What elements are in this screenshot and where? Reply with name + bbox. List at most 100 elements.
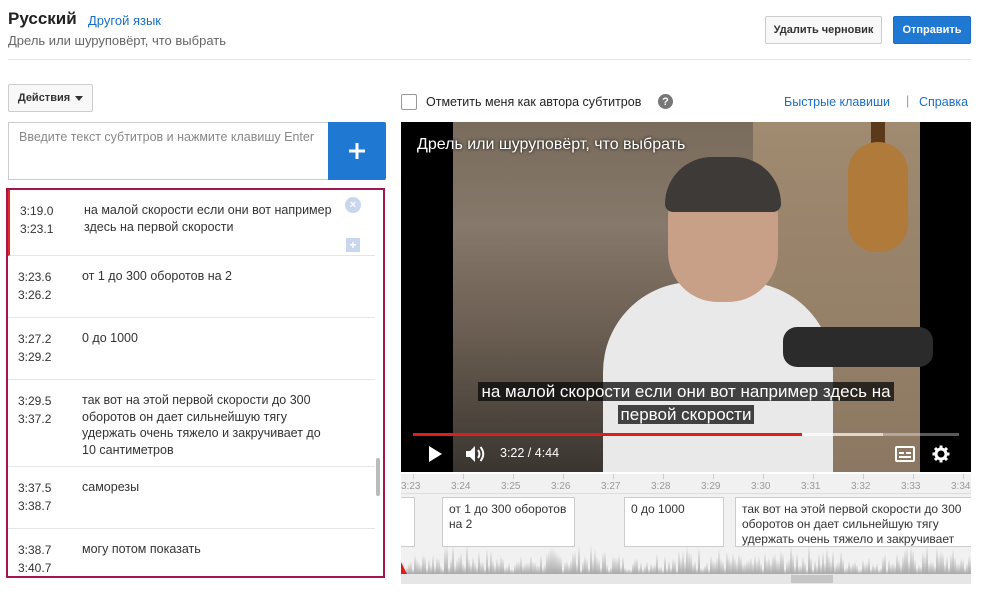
- subtitle-text[interactable]: 0 до 1000: [82, 330, 332, 347]
- subtitle-start[interactable]: 3:23.6: [18, 268, 68, 286]
- author-checkbox-label[interactable]: Отметить меня как автора субтитров: [426, 95, 641, 109]
- other-language-link[interactable]: Другой язык: [88, 13, 161, 28]
- timeline-tick-label: 3:28: [651, 481, 671, 492]
- language-title: Русский: [8, 9, 77, 28]
- caret-down-icon: [75, 95, 84, 101]
- progress-bar[interactable]: [413, 433, 959, 436]
- timeline-tick-label: 3:24: [451, 481, 471, 492]
- subtitle-row[interactable]: 3:29.5 3:37.2 так вот на этой первой ско…: [8, 380, 375, 467]
- volume-icon: [466, 446, 485, 462]
- actions-dropdown[interactable]: Действия: [8, 84, 93, 112]
- caption-text: первой скорости: [617, 405, 755, 424]
- timeline-tick-label: 3:25: [501, 481, 521, 492]
- subtitle-text[interactable]: на малой скорости если они вот например …: [84, 202, 334, 235]
- subtitles-icon: [895, 446, 915, 462]
- play-button[interactable]: [425, 444, 445, 464]
- timeline-tick-mark: [813, 474, 814, 479]
- header-divider: [8, 59, 971, 60]
- subtitle-end[interactable]: 3:26.2: [18, 286, 68, 304]
- timeline-tick-label: 3:23: [401, 481, 421, 492]
- close-icon[interactable]: ×: [345, 197, 361, 213]
- timeline-tick-mark: [613, 474, 614, 479]
- timeline-tick-mark: [413, 474, 414, 479]
- subtitle-times: 3:29.5 3:37.2: [18, 392, 68, 428]
- timeline-tick-label: 3:34: [951, 481, 971, 492]
- timeline-tick-label: 3:32: [851, 481, 871, 492]
- timeline-tick-label: 3:27: [601, 481, 621, 492]
- subtitle-row[interactable]: 3:37.5 3:38.7 саморезы: [8, 467, 375, 529]
- subtitle-start[interactable]: 3:27.2: [18, 330, 68, 348]
- subtitle-start[interactable]: 3:37.5: [18, 479, 68, 497]
- subtitle-end[interactable]: 3:38.7: [18, 497, 68, 515]
- video-player[interactable]: Дрель или шуруповёрт, что выбрать на мал…: [401, 122, 971, 472]
- subtitle-times: 3:23.6 3:26.2: [18, 268, 68, 304]
- subtitle-text[interactable]: так вот на этой первой скорости до 300 о…: [82, 392, 332, 458]
- video-title[interactable]: Дрель или шуруповёрт, что выбрать: [417, 136, 685, 154]
- subtitle-timeline[interactable]: 3:23 3:24 3:25 3:26 3:27 3:28 3:29 3:30 3:31 3:32…: [401, 474, 971, 584]
- audio-waveform: [401, 544, 971, 574]
- settings-button[interactable]: [930, 444, 952, 464]
- list-scrollbar[interactable]: [376, 458, 380, 496]
- drill-image: [783, 327, 933, 367]
- volume-button[interactable]: [465, 444, 487, 464]
- caption-line: на малой скорости если они вот например …: [401, 381, 971, 403]
- subtitle-times: 3:19.0 3:23.1: [20, 202, 70, 238]
- timeline-tick-mark: [663, 474, 664, 479]
- subtitle-editor: Русский Другой язык Дрель или шуруповёрт…: [0, 0, 981, 591]
- links-separator: |: [906, 94, 910, 108]
- timeline-tick-mark: [463, 474, 464, 479]
- shortcuts-link[interactable]: Быстрые клавиши: [784, 95, 890, 109]
- subtitle-text-input[interactable]: Введите текст субтитров и нажмите клавиш…: [8, 122, 330, 180]
- help-icon[interactable]: ?: [658, 94, 673, 109]
- timeline-tick-label: 3:29: [701, 481, 721, 492]
- play-icon: [429, 446, 442, 462]
- timeline-scroll-thumb[interactable]: [791, 575, 833, 583]
- subtitle-start[interactable]: 3:29.5: [18, 392, 68, 410]
- subtitle-text[interactable]: могу потом показать: [82, 541, 332, 558]
- subtitle-times: 3:38.7 3:40.7: [18, 541, 68, 576]
- subtitle-row[interactable]: 3:19.0 3:23.1 на малой скорости если они…: [8, 190, 375, 256]
- subtitle-row[interactable]: 3:38.7 3:40.7 могу потом показать: [8, 529, 375, 576]
- add-icon[interactable]: +: [346, 238, 360, 252]
- send-button[interactable]: Отправить: [893, 16, 971, 44]
- subtitles-button[interactable]: [894, 444, 916, 464]
- help-link[interactable]: Справка: [919, 95, 968, 109]
- subtitle-text[interactable]: саморезы: [82, 479, 332, 496]
- author-checkbox[interactable]: [401, 94, 417, 110]
- timeline-tick-label: 3:30: [751, 481, 771, 492]
- subtitle-list: 3:19.0 3:23.1 на малой скорости если они…: [6, 188, 385, 578]
- video-name: Дрель или шуруповёрт, что выбрать: [8, 33, 226, 48]
- subtitle-row[interactable]: 3:27.2 3:29.2 0 до 1000: [8, 318, 375, 380]
- timeline-tick-mark: [913, 474, 914, 479]
- timeline-tick-mark: [563, 474, 564, 479]
- subtitle-row[interactable]: 3:23.6 3:26.2 от 1 до 300 оборотов на 2: [8, 256, 375, 318]
- timeline-tick-label: 3:31: [801, 481, 821, 492]
- timeline-tick-mark: [763, 474, 764, 479]
- subtitle-end[interactable]: 3:29.2: [18, 348, 68, 366]
- timeline-tick-label: 3:26: [551, 481, 571, 492]
- timeline-tick-mark: [713, 474, 714, 479]
- actions-label: Действия: [17, 92, 71, 104]
- timeline-tick-mark: [963, 474, 964, 479]
- subtitle-start[interactable]: 3:19.0: [20, 202, 70, 220]
- timeline-tick-mark: [863, 474, 864, 479]
- caption-text: на малой скорости если они вот например …: [478, 382, 894, 401]
- caption-line: первой скорости: [401, 404, 971, 426]
- subtitle-end[interactable]: 3:23.1: [20, 220, 70, 238]
- plus-icon: [349, 143, 365, 159]
- add-subtitle-button[interactable]: [328, 122, 386, 180]
- timeline-ruler: 3:23 3:24 3:25 3:26 3:27 3:28 3:29 3:30 3:31 3:32…: [401, 474, 971, 494]
- guitar-image: [848, 142, 908, 252]
- subtitle-end[interactable]: 3:40.7: [18, 559, 68, 576]
- subtitle-times: 3:37.5 3:38.7: [18, 479, 68, 515]
- timeline-tick-label: 3:33: [901, 481, 921, 492]
- subtitle-text[interactable]: от 1 до 300 оборотов на 2: [82, 268, 332, 285]
- progress-played: [413, 433, 803, 436]
- timeline-scrollbar[interactable]: [401, 574, 971, 584]
- settings-icon: [932, 445, 950, 463]
- timeline-tick-mark: [513, 474, 514, 479]
- subtitle-times: 3:27.2 3:29.2: [18, 330, 68, 366]
- subtitle-end[interactable]: 3:37.2: [18, 410, 68, 428]
- subtitle-start[interactable]: 3:38.7: [18, 541, 68, 559]
- delete-draft-button[interactable]: Удалить черновик: [765, 16, 882, 44]
